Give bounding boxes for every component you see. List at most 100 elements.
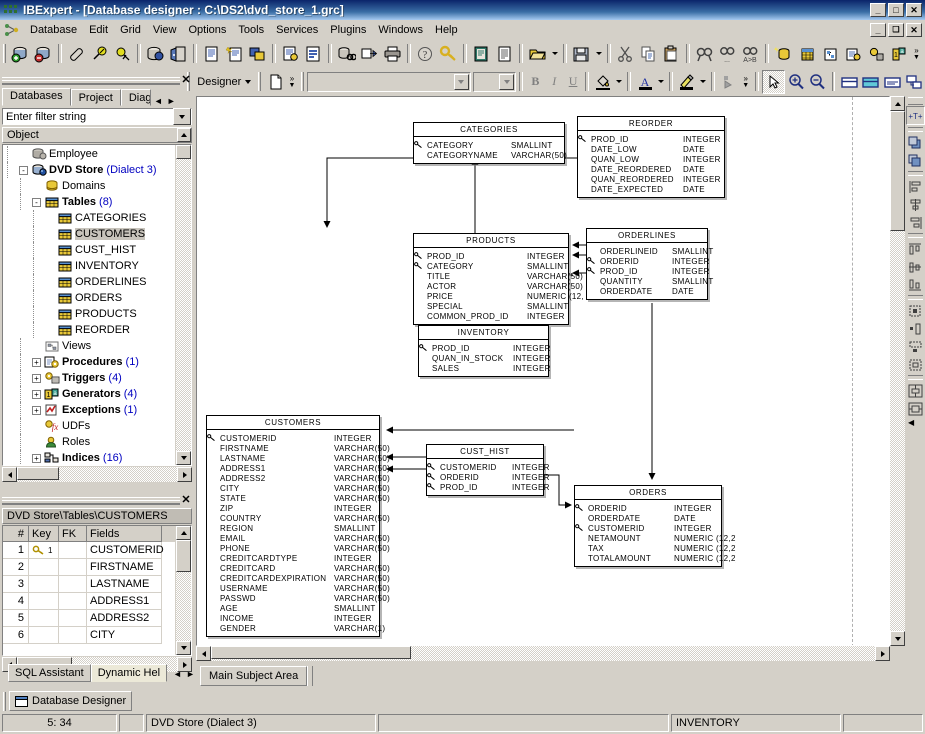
er-field-row[interactable]: TOTALAMOUNT NUMERIC (12,2) xyxy=(575,553,736,563)
font-size-combo[interactable] xyxy=(472,71,517,92)
tree-scroll-up-button[interactable] xyxy=(177,128,191,142)
size-to-width-icon[interactable] xyxy=(907,338,924,355)
er-field-row[interactable]: COUNTRY VARCHAR(50) xyxy=(207,513,390,523)
align-right-icon[interactable] xyxy=(907,214,924,231)
tree-item-views[interactable]: Views xyxy=(3,338,175,354)
open-file-icon[interactable] xyxy=(526,43,549,65)
canvas-vscroll-track[interactable] xyxy=(890,231,905,631)
column-header-fk[interactable]: FK xyxy=(59,526,87,542)
space-equally-icon[interactable] xyxy=(907,302,924,319)
taskbar-item-database-designer[interactable]: Database Designer xyxy=(9,691,133,711)
er-field-row[interactable]: ADDRESS1 VARCHAR(50) xyxy=(207,463,390,473)
menu-item-services[interactable]: Services xyxy=(270,22,324,38)
grid-scroll-down-button[interactable] xyxy=(176,641,191,655)
close-button[interactable]: ✕ xyxy=(906,3,922,17)
new-generator-icon[interactable]: 1a xyxy=(887,43,910,65)
er-field-row[interactable]: ZIP INTEGER xyxy=(207,503,379,513)
tab-databases[interactable]: Databases xyxy=(2,88,71,106)
find-next-icon[interactable]: ... xyxy=(716,43,739,65)
tree-item-cust-hist[interactable]: CUST_HIST xyxy=(3,242,175,258)
tree-item-reorder[interactable]: REORDER xyxy=(3,322,175,338)
er-field-row[interactable]: AGE SMALLINT xyxy=(207,603,379,613)
menu-item-windows[interactable]: Windows xyxy=(372,22,429,38)
maximize-button[interactable]: □ xyxy=(888,3,904,17)
dependencies-icon[interactable] xyxy=(470,43,493,65)
paste-icon[interactable] xyxy=(660,43,683,65)
collapse-toggle[interactable]: - xyxy=(32,197,41,207)
er-field-row[interactable]: NETAMOUNT NUMERIC (12,2) xyxy=(575,533,736,543)
fill-color-dropdown[interactable] xyxy=(614,71,624,93)
chevron-down-icon[interactable] xyxy=(499,73,515,90)
er-field-row[interactable]: TITLE VARCHAR(50) xyxy=(414,271,583,281)
save-file-icon[interactable] xyxy=(570,43,593,65)
expand-toggle[interactable]: + xyxy=(32,373,41,383)
new-from-template-icon[interactable] xyxy=(223,43,246,65)
align-bottom-icon[interactable] xyxy=(907,276,924,293)
er-field-row[interactable]: STATE VARCHAR(50) xyxy=(207,493,390,503)
tree-item-roles[interactable]: Roles xyxy=(3,434,175,450)
column-header-fields[interactable]: Fields xyxy=(87,526,162,542)
tree-item-generators[interactable]: +1 a Generators (4) xyxy=(3,386,175,402)
new-page-icon[interactable] xyxy=(264,71,286,93)
er-field-row[interactable]: QUAN_REORDERED INTEGER xyxy=(578,174,724,184)
er-field-row[interactable]: PROD_ID INTEGER xyxy=(578,134,724,144)
taskbar-grip[interactable] xyxy=(3,691,6,711)
mdi-close-button[interactable]: ✕ xyxy=(906,23,922,37)
er-field-row[interactable]: ORDERDATE DATE xyxy=(587,286,707,296)
er-field-row[interactable]: CUSTOMERID INTEGER xyxy=(575,523,721,533)
tree-horizontal-scrollbar[interactable] xyxy=(2,467,192,482)
save-file-dropdown[interactable] xyxy=(593,43,604,65)
er-field-row[interactable]: ORDERID INTEGER xyxy=(575,503,721,513)
er-field-row[interactable]: CREDITCARDTYPE INTEGER xyxy=(207,553,379,563)
grid-scroll-track[interactable] xyxy=(176,572,191,641)
register-database-icon[interactable] xyxy=(9,43,32,65)
er-field-row[interactable]: USERNAME VARCHAR(50) xyxy=(207,583,390,593)
replace-icon[interactable]: A>B xyxy=(739,43,762,65)
er-field-row[interactable]: SALES INTEGER xyxy=(419,363,550,373)
er-field-row[interactable]: DATE_LOW DATE xyxy=(578,144,724,154)
copy-icon[interactable] xyxy=(637,43,660,65)
align-to-grid-icon[interactable] xyxy=(907,320,924,337)
new-domain-icon[interactable] xyxy=(772,43,795,65)
assistant-tab-prev[interactable]: ◄ xyxy=(173,669,182,679)
tree-item-orders[interactable]: ORDERS xyxy=(3,290,175,306)
line-style-icon[interactable] xyxy=(718,71,740,93)
er-field-row[interactable]: PASSWD VARCHAR(50) xyxy=(207,593,390,603)
menu-item-edit[interactable]: Edit xyxy=(83,22,114,38)
er-field-row[interactable]: FIRSTNAME VARCHAR(50) xyxy=(207,443,390,453)
canvas-hscroll-track[interactable] xyxy=(211,646,875,661)
expand-toggle[interactable]: + xyxy=(32,389,41,399)
drag-grip[interactable] xyxy=(2,76,180,85)
grid-drag-grip[interactable] xyxy=(2,496,180,505)
collapse-toggle[interactable]: - xyxy=(19,165,28,175)
table-row[interactable]: 2 FIRSTNAME xyxy=(3,559,175,576)
er-table-categories[interactable]: CATEGORIES CATEGORY SMALLINT CATEGORYNAME VA… xyxy=(413,122,567,164)
italic-button[interactable]: I xyxy=(545,72,564,92)
expand-toggle[interactable]: + xyxy=(32,357,41,367)
minimize-button[interactable]: _ xyxy=(870,3,886,17)
menu-item-view[interactable]: View xyxy=(147,22,183,38)
script-executive-icon[interactable] xyxy=(279,43,302,65)
underline-button[interactable]: U xyxy=(564,72,583,92)
align-top-icon[interactable] xyxy=(907,240,924,257)
grid-vertical-scrollbar[interactable] xyxy=(175,526,191,655)
menu-item-options[interactable]: Options xyxy=(183,22,233,38)
tree-item-triggers[interactable]: + Triggers (4) xyxy=(3,370,175,386)
er-field-row[interactable]: CUSTOMERID INTEGER xyxy=(207,433,379,443)
er-field-row[interactable]: CREDITCARD VARCHAR(50) xyxy=(207,563,390,573)
tab-dynamic-help[interactable]: Dynamic Hel xyxy=(90,664,168,682)
new-procedure-icon[interactable] xyxy=(841,43,864,65)
query-builder-icon[interactable] xyxy=(335,43,358,65)
er-field-row[interactable]: TAX NUMERIC (12,2) xyxy=(575,543,736,553)
menu-item-database[interactable]: Database xyxy=(24,22,83,38)
expand-toggle[interactable]: + xyxy=(32,405,41,415)
mdi-minimize-button[interactable]: _ xyxy=(870,23,886,37)
table-row[interactable]: 3 LASTNAME xyxy=(3,576,175,593)
assistant-tab-next[interactable]: ► xyxy=(186,669,195,679)
tree-item-dvd-store[interactable]: - DVD Store (Dialect 3) xyxy=(3,162,175,178)
filter-combo[interactable]: Enter filter string xyxy=(2,108,192,125)
er-field-row[interactable]: PRICE NUMERIC (12,... xyxy=(414,291,583,301)
pointer-icon[interactable] xyxy=(761,69,786,94)
highlight-color-icon[interactable] xyxy=(676,71,698,93)
table-row[interactable]: 4 ADDRESS1 xyxy=(3,593,175,610)
